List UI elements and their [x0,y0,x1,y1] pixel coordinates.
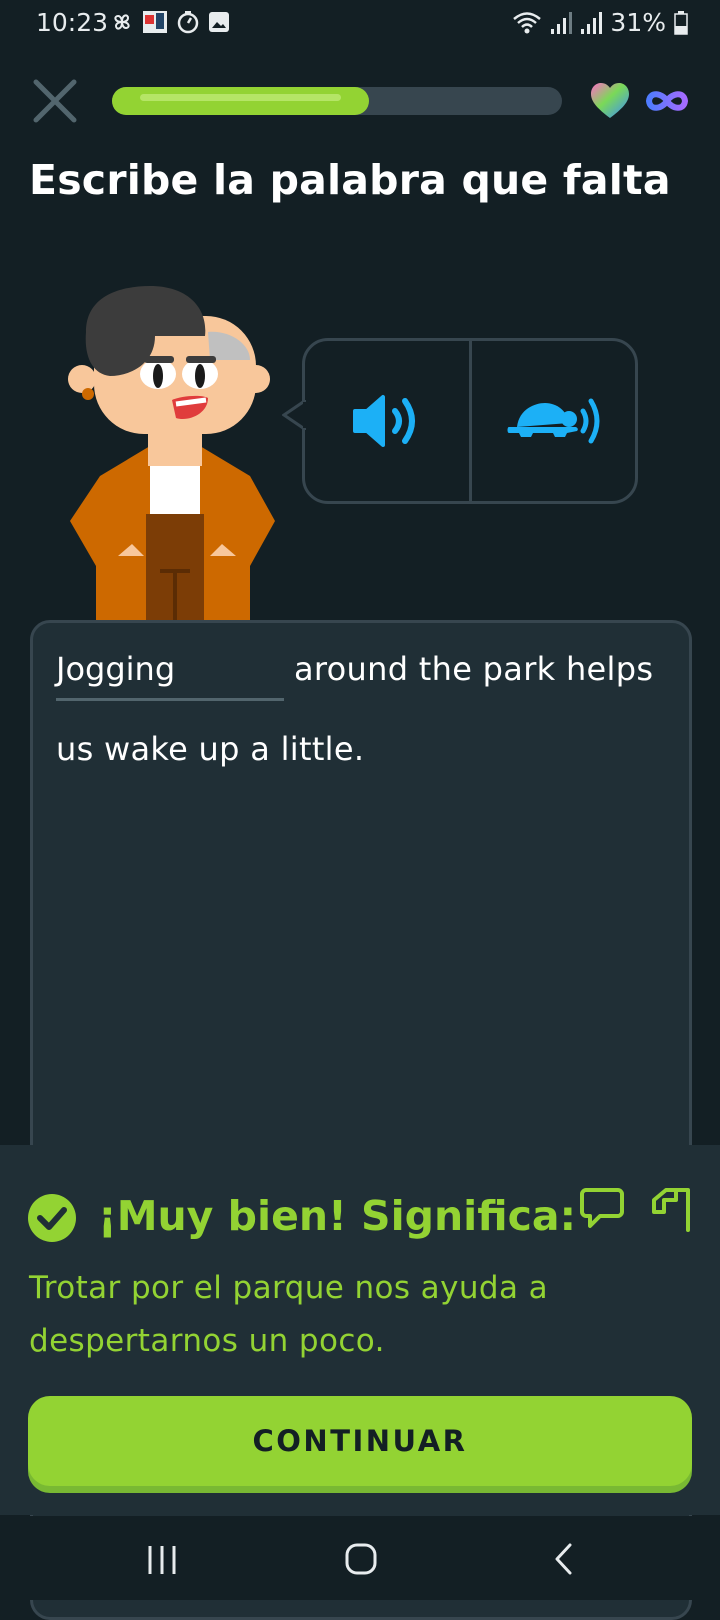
battery-percent: 31% [610,8,666,37]
android-nav-bar [0,1516,720,1600]
sentence-line-1: around the park helps [294,650,654,688]
notification-icons [110,10,230,34]
timer-icon [177,11,199,34]
exercise-title: Escribe la palabra que falta [29,156,671,204]
close-button[interactable] [30,76,80,126]
battery-icon [674,10,688,35]
close-icon [33,79,77,123]
back-icon[interactable] [552,1542,576,1576]
status-time: 10:23 [36,8,109,37]
recents-icon[interactable] [146,1544,178,1576]
lesson-progress-bar [112,87,562,115]
signal-icon-2 [581,11,603,34]
discussion-button[interactable] [580,1186,624,1230]
feedback-title: ¡Muy bien! Significa: [98,1192,576,1240]
answer-value: Jogging [56,650,176,688]
correct-indicator [27,1193,77,1243]
turtle-speaker-icon [507,398,600,444]
home-icon[interactable] [344,1542,378,1576]
image-icon [209,12,229,32]
feedback-translation: Trotar por el parque nos ayuda a despert… [29,1270,549,1359]
sentence-line-2: us wake up a little. [56,730,365,768]
wifi-icon [513,11,542,33]
play-audio-button[interactable] [305,341,471,501]
heart-icon [591,83,629,118]
report-button[interactable] [650,1186,692,1232]
system-icons: 31% [512,8,688,37]
flag-icon [652,1188,690,1232]
continue-button[interactable]: CONTINUAR [28,1396,692,1486]
app-notification-icon [143,11,167,33]
answer-input[interactable]: Jogging [56,646,284,701]
infinity-icon [645,91,689,111]
unlimited-hearts-indicator [644,84,690,118]
comment-icon [580,1188,624,1228]
signal-icon [551,11,573,34]
progress-fill [112,87,369,115]
progress-shine [140,94,341,101]
pinwheel-icon [114,14,130,30]
character-illustration [60,286,290,620]
speaker-icon [353,395,415,447]
check-icon [28,1194,76,1242]
hearts-indicator[interactable] [590,82,630,120]
speech-bubble-tail [282,400,306,430]
play-slow-audio-button[interactable] [472,341,638,501]
status-bar: 10:23 31% [0,0,720,46]
